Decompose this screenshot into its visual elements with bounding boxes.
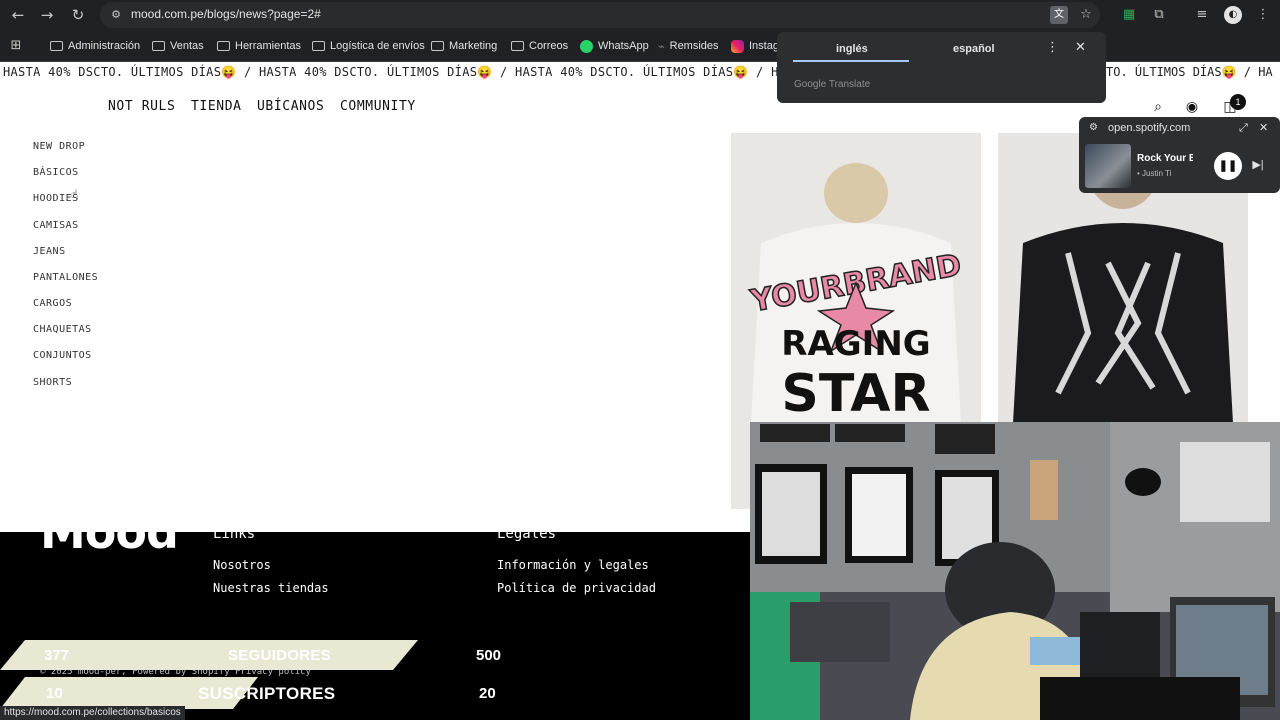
- category-cargos[interactable]: CARGOS: [33, 298, 72, 309]
- folder-icon: [312, 41, 325, 51]
- track-title: Rock Your B: [1137, 153, 1193, 164]
- webcam-scene: [750, 422, 1280, 720]
- star-icon[interactable]: ☆: [1077, 6, 1095, 24]
- print-line-3: STAR: [781, 364, 930, 423]
- hand-cursor-icon: ☝: [71, 187, 79, 201]
- followers-label: SEGUIDORES: [228, 647, 332, 664]
- nav-not-ruls[interactable]: NOT RULS: [108, 99, 175, 114]
- webcam-overlay: [750, 422, 1280, 720]
- bookmark-logistica[interactable]: Logística de envíos: [312, 38, 425, 54]
- folder-icon: [217, 41, 230, 51]
- bookmark-marketing[interactable]: Marketing: [431, 38, 497, 54]
- category-new-drop[interactable]: NEW DROP: [33, 141, 85, 152]
- status-bar-url: https://mood.com.pe/collections/basicos: [0, 706, 185, 720]
- next-track-icon[interactable]: ▶|: [1250, 156, 1266, 174]
- player-settings-icon[interactable]: ⚙: [1089, 122, 1098, 133]
- subscribers-label: SUSCRIPTORES: [198, 684, 336, 703]
- whatsapp-icon: [580, 39, 593, 53]
- product-image-white-hoodie[interactable]: YOURBRAND RAGING STAR: [731, 133, 981, 423]
- marquee-text: HASTA 40% DSCTO. ÚLTIMOS DÍAS😝 / HASTA 4…: [3, 65, 787, 79]
- followers-goal: 500: [476, 647, 502, 664]
- footer-legal-heading: Legales: [497, 526, 557, 542]
- folder-icon: [431, 41, 444, 51]
- puzzle-icon[interactable]: ⧉: [1150, 6, 1168, 24]
- category-chaquetas[interactable]: CHAQUETAS: [33, 324, 92, 335]
- nav-tienda[interactable]: TIENDA: [191, 99, 242, 114]
- link-icon: ⌁: [658, 40, 665, 53]
- footer-link-tiendas[interactable]: Nuestras tiendas: [213, 581, 329, 595]
- translate-icon[interactable]: 文: [1050, 6, 1068, 24]
- category-conjuntos[interactable]: CONJUNTOS: [33, 350, 92, 361]
- footer-links-heading: Links: [213, 526, 256, 542]
- album-cover: [1085, 144, 1131, 188]
- translate-tab-to[interactable]: español: [953, 43, 995, 55]
- search-icon[interactable]: ⌕: [1149, 98, 1167, 116]
- footer-logo[interactable]: Mood: [40, 512, 178, 550]
- category-pantalones[interactable]: PANTALONES: [33, 272, 98, 283]
- bookmark-instagram[interactable]: Instag: [731, 38, 779, 54]
- translate-tab-from[interactable]: inglés: [836, 43, 868, 55]
- account-icon[interactable]: ◉: [1183, 98, 1201, 116]
- bookmark-correos[interactable]: Correos: [511, 38, 568, 54]
- translate-close-icon[interactable]: ✕: [1075, 40, 1086, 55]
- bookmark-remsides[interactable]: ⌁ Remsides: [658, 38, 719, 54]
- subscribers-current: 10: [46, 685, 63, 702]
- forward-icon[interactable]: →: [36, 4, 58, 26]
- profile-icon[interactable]: ◐: [1224, 6, 1242, 24]
- bookmark-administracion[interactable]: Administración: [50, 38, 140, 54]
- menu-icon[interactable]: ⋮: [1254, 6, 1272, 24]
- url-text[interactable]: mood.com.pe/blogs/news?page=2#: [131, 7, 321, 21]
- marquee-text-right: TO. ÚLTIMOS DÍAS😝 / HA: [1106, 65, 1273, 79]
- print-line-2: RAGING: [781, 324, 930, 364]
- product-image-edge: [731, 423, 750, 509]
- nav-community[interactable]: COMMUNITY: [340, 99, 416, 114]
- player-close-icon[interactable]: ✕: [1259, 121, 1268, 134]
- folder-icon: [152, 41, 165, 51]
- footer-link-privacidad[interactable]: Política de privacidad: [497, 581, 656, 595]
- folder-icon: [511, 41, 524, 51]
- category-basicos[interactable]: BÁSICOS: [33, 167, 79, 178]
- bookmark-herramientas[interactable]: Herramientas: [217, 38, 301, 54]
- footer-link-nosotros[interactable]: Nosotros: [213, 558, 271, 572]
- cart-count-badge: 1: [1230, 94, 1246, 110]
- subscribers-goal: 20: [479, 685, 496, 702]
- translate-tab-indicator: [793, 60, 909, 62]
- apps-icon[interactable]: ⊞: [7, 37, 25, 55]
- bookmark-ventas[interactable]: Ventas: [152, 38, 204, 54]
- nav-ubicanos[interactable]: UBÍCANOS: [257, 99, 324, 114]
- category-jeans[interactable]: JEANS: [33, 246, 66, 257]
- track-artist: • Justin Ti: [1137, 169, 1172, 178]
- player-site: open.spotify.com: [1108, 122, 1191, 134]
- hoodie-back-illustration: YOURBRAND RAGING STAR: [731, 133, 981, 423]
- category-camisas[interactable]: CAMISAS: [33, 220, 79, 231]
- reload-icon[interactable]: ↻: [67, 4, 89, 26]
- folder-icon: [50, 41, 63, 51]
- back-icon[interactable]: ←: [7, 4, 29, 26]
- translate-brand: Google Translate: [794, 79, 871, 90]
- player-expand-icon[interactable]: ⤢: [1239, 121, 1248, 135]
- footer-link-informacion[interactable]: Información y legales: [497, 558, 649, 572]
- instagram-icon: [731, 39, 744, 53]
- followers-current: 377: [44, 647, 70, 664]
- extension-icon[interactable]: ▦: [1120, 6, 1138, 24]
- translate-menu-icon[interactable]: ⋮: [1046, 40, 1059, 55]
- category-shorts[interactable]: SHORTS: [33, 377, 72, 388]
- media-icon[interactable]: ≡: [1193, 6, 1211, 24]
- site-info-icon[interactable]: ⚙: [107, 6, 125, 24]
- pause-icon[interactable]: ❚❚: [1214, 152, 1242, 180]
- bookmark-whatsapp[interactable]: WhatsApp: [580, 38, 649, 54]
